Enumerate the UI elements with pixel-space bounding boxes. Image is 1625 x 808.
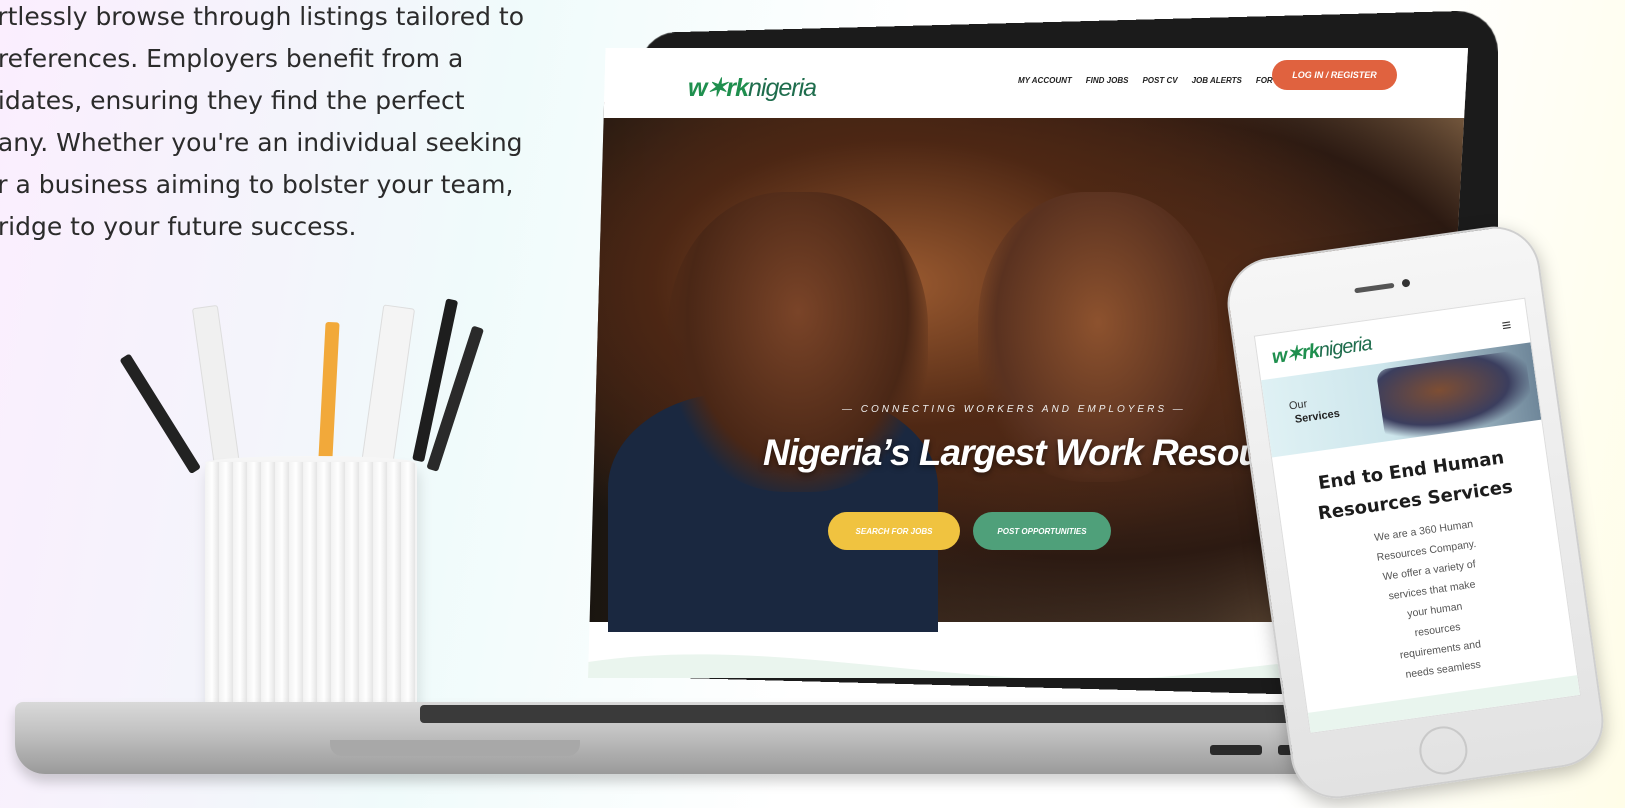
- nav-find-jobs[interactable]: FIND JOBS: [1086, 76, 1129, 85]
- pencil-orange: [318, 321, 340, 468]
- intro-line: or a business aiming to bolster your tea…: [0, 170, 514, 199]
- logo-nigeria: nigeria: [1317, 332, 1373, 362]
- search-jobs-button[interactable]: SEARCH FOR JOBS: [828, 512, 960, 550]
- site-navbar: w✶rknigeria MY ACCOUNT FIND JOBS POST CV…: [588, 48, 1468, 118]
- intro-line: pany. Whether you're an individual seeki…: [0, 128, 523, 157]
- intro-line: bridge to your future success.: [0, 212, 357, 241]
- banner-photo: [1375, 349, 1535, 442]
- nav-my-account[interactable]: MY ACCOUNT: [1018, 76, 1072, 85]
- ruler: [360, 304, 416, 475]
- ruler: [191, 304, 241, 474]
- phone-screen: w✶rknigeria ≡ Our Services End to End Hu…: [1253, 297, 1582, 734]
- laptop-keyboard-edge: [420, 705, 1320, 723]
- logo-nigeria: nigeria: [748, 74, 817, 102]
- hero-tagline: — CONNECTING WORKERS AND EMPLOYERS —: [842, 404, 1186, 415]
- worknigeria-logo[interactable]: w✶rknigeria: [688, 73, 817, 103]
- laptop-opening-notch: [330, 740, 580, 756]
- logo-work: w✶rk: [1270, 339, 1321, 369]
- hero-headline: Nigeria’s Largest Work Resource: [763, 432, 1314, 473]
- pencil-cup: [205, 462, 417, 737]
- logo-work: w✶rk: [688, 74, 749, 102]
- intro-line: didates, ensuring they find the perfect: [0, 86, 465, 115]
- worknigeria-logo[interactable]: w✶rknigeria: [1270, 331, 1373, 370]
- banner-small-text: Our: [1288, 398, 1309, 413]
- hamburger-menu-icon[interactable]: ≡: [1501, 317, 1513, 336]
- intro-line: ortlessly browse through listings tailor…: [0, 2, 524, 31]
- nav-post-cv[interactable]: POST CV: [1142, 76, 1177, 85]
- post-opportunities-button[interactable]: POST OPPORTUNITIES: [973, 512, 1111, 550]
- intro-text: ortlessly browse through listings tailor…: [0, 0, 582, 248]
- services-heading: End to End Human Resources Services: [1274, 437, 1552, 534]
- services-description: We are a 360 Human Resources Company. We…: [1353, 511, 1514, 689]
- nav-job-alerts[interactable]: JOB ALERTS: [1192, 76, 1242, 85]
- login-register-button[interactable]: LOG IN / REGISTER: [1272, 60, 1397, 90]
- intro-line: preferences. Employers benefit from a: [0, 44, 464, 73]
- pencil-dark: [119, 353, 202, 475]
- laptop-port: [1210, 745, 1262, 755]
